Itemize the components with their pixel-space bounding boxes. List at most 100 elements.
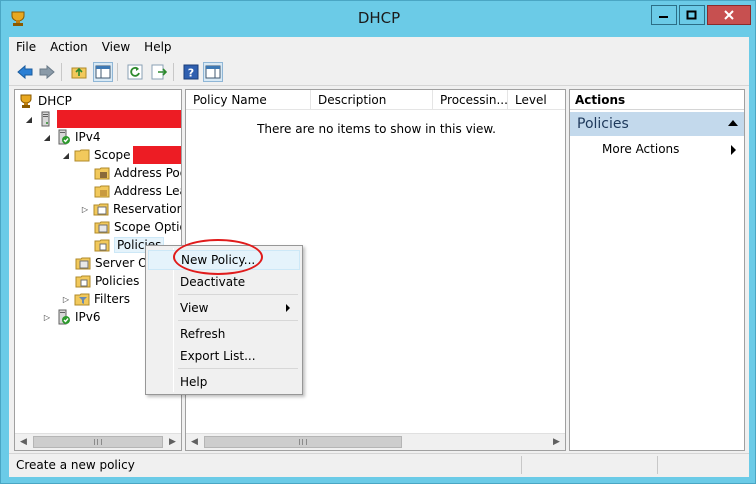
menu-item-help[interactable]: Help	[148, 372, 300, 392]
tree-label: Address Lea	[114, 184, 182, 198]
tree-label: Scope	[94, 148, 131, 162]
show-hide-action-pane-button[interactable]	[203, 62, 223, 82]
close-button[interactable]	[707, 5, 751, 25]
column-header-description[interactable]: Description	[311, 90, 433, 110]
svg-text:?: ?	[188, 67, 194, 80]
collapsed-arrow-icon[interactable]: ▷	[61, 294, 71, 304]
column-headers: Policy Name Description Processin... Lev…	[186, 90, 565, 110]
up-folder-button[interactable]	[69, 62, 89, 82]
results-horizontal-scrollbar[interactable]: ◀ ▶	[186, 433, 565, 450]
dhcp-trophy-icon	[20, 94, 32, 108]
menu-separator	[178, 294, 298, 295]
action-more-actions[interactable]: More Actions	[570, 142, 744, 160]
menu-file[interactable]: File	[9, 37, 43, 57]
back-button[interactable]	[15, 62, 35, 82]
collapsed-arrow-icon[interactable]: ▷	[80, 204, 90, 214]
export-list-button[interactable]	[149, 62, 169, 82]
policies-icon	[75, 275, 91, 288]
scope-options-icon	[94, 221, 110, 234]
tree-node-filters[interactable]: ▷ Filters	[61, 290, 130, 308]
tree-node-server[interactable]: ◢	[24, 110, 57, 128]
forward-button[interactable]	[37, 62, 57, 82]
tree-node-reservations[interactable]: ▷ Reservations	[80, 200, 181, 218]
actions-section-label: Policies	[577, 116, 629, 132]
tree-label: IPv6	[75, 310, 101, 324]
tree-node-address-pool[interactable]: Address Poo	[94, 164, 181, 182]
actions-section-policies[interactable]: Policies	[570, 112, 744, 136]
reservations-icon	[93, 203, 109, 216]
redacted-scope-name	[133, 146, 181, 164]
grip-icon	[94, 439, 102, 445]
scroll-right-arrow-icon[interactable]: ▶	[548, 434, 565, 450]
toolbar-separator	[117, 63, 118, 81]
toolbar-separator	[173, 63, 174, 81]
menu-action[interactable]: Action	[43, 37, 95, 57]
scroll-left-arrow-icon[interactable]: ◀	[186, 434, 203, 450]
folder-icon	[74, 149, 90, 162]
tree-node-policies[interactable]: Policies	[75, 272, 139, 290]
minimize-button[interactable]	[651, 5, 677, 25]
title-bar[interactable]: DHCP	[1, 1, 756, 35]
help-button[interactable]: ?	[181, 62, 201, 82]
back-icon	[17, 64, 33, 80]
menu-separator	[178, 320, 298, 321]
tree-label: Policies	[95, 274, 140, 288]
empty-list-message: There are no items to show in this view.	[257, 122, 496, 136]
menu-item-export-list[interactable]: Export List...	[148, 346, 300, 366]
address-leases-icon	[94, 185, 110, 198]
window-controls	[651, 5, 751, 25]
scroll-left-arrow-icon[interactable]: ◀	[15, 434, 32, 450]
server-options-icon	[75, 257, 91, 270]
forward-icon	[39, 64, 55, 80]
action-label: More Actions	[602, 142, 680, 156]
minimize-icon	[659, 16, 668, 18]
show-hide-console-tree-icon	[95, 65, 111, 79]
column-header-policy-name[interactable]: Policy Name	[186, 90, 311, 110]
tree-horizontal-scrollbar[interactable]: ◀ ▶	[15, 433, 181, 450]
menu-item-refresh[interactable]: Refresh	[148, 324, 300, 344]
refresh-icon	[127, 64, 143, 80]
tree-node-dhcp[interactable]: DHCP	[18, 92, 72, 110]
tree-label: Reservations	[113, 202, 181, 216]
menu-separator	[178, 368, 298, 369]
expanded-arrow-icon[interactable]: ◢	[61, 150, 71, 160]
scrollbar-thumb[interactable]	[204, 436, 402, 448]
menu-help[interactable]: Help	[137, 37, 178, 57]
submenu-arrow-icon	[286, 304, 290, 312]
grip-icon	[299, 439, 307, 445]
tree-node-address-leases[interactable]: Address Lea	[94, 182, 182, 200]
menu-view[interactable]: View	[95, 37, 137, 57]
expanded-arrow-icon[interactable]: ◢	[24, 114, 34, 124]
filters-icon	[74, 293, 90, 306]
actions-pane-title: Actions	[570, 90, 744, 110]
refresh-button[interactable]	[125, 62, 145, 82]
tree-node-scope[interactable]: ◢ Scope	[61, 146, 131, 164]
tree-label: Scope Optio	[114, 220, 182, 234]
tree-node-ipv4[interactable]: ◢ IPv4	[42, 128, 101, 146]
column-header-level[interactable]: Level	[508, 90, 565, 110]
menu-item-view[interactable]: View	[148, 298, 300, 318]
tree-node-scope-options[interactable]: Scope Optio	[94, 218, 182, 236]
expanded-arrow-icon[interactable]: ◢	[42, 132, 52, 142]
close-icon	[724, 10, 734, 20]
maximize-button[interactable]	[679, 5, 705, 25]
menu-bar: File Action View Help	[9, 37, 749, 57]
toolbar-separator	[61, 63, 62, 81]
menu-item-deactivate[interactable]: Deactivate	[148, 272, 300, 292]
collapsed-arrow-icon[interactable]: ▷	[42, 312, 52, 322]
scrollbar-thumb[interactable]	[33, 436, 163, 448]
tree-node-ipv6[interactable]: ▷ IPv6	[42, 308, 101, 326]
scroll-right-arrow-icon[interactable]: ▶	[164, 434, 181, 450]
tree-node-server-options[interactable]: Server Op	[75, 254, 155, 272]
maximize-icon	[686, 10, 697, 20]
status-text: Create a new policy	[16, 458, 135, 472]
window-title: DHCP	[357, 9, 401, 27]
collapse-up-icon[interactable]	[728, 120, 738, 126]
dhcp-window: DHCP File Action View Help ? DHCP ◢ ◢ IP…	[0, 0, 756, 484]
server-icon	[41, 111, 50, 127]
column-header-processing-order[interactable]: Processin...	[433, 90, 508, 110]
toolbar: ?	[9, 58, 749, 86]
show-hide-console-tree-button[interactable]	[93, 62, 113, 82]
actions-pane: Actions Policies More Actions	[569, 89, 745, 451]
policies-icon	[94, 239, 110, 252]
